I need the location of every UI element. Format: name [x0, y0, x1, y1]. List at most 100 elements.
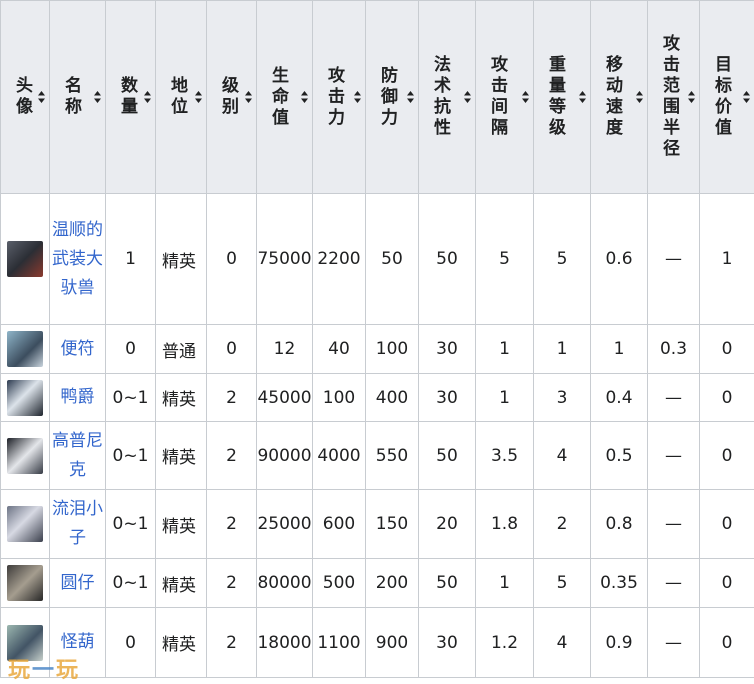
atk-cell: 100 [313, 374, 366, 422]
header-atk[interactable]: 攻击力 [313, 1, 366, 194]
header-range[interactable]: 攻击范围半径 [648, 1, 700, 194]
level-cell: 2 [207, 422, 257, 490]
range-cell: — [648, 559, 700, 608]
sort-icon[interactable] [37, 90, 46, 104]
header-label: 攻击力 [319, 66, 349, 129]
header-label: 防御力 [372, 66, 402, 129]
header-label: 头像 [7, 76, 37, 118]
weight-cell: 3 [534, 374, 591, 422]
range-cell: — [648, 194, 700, 325]
sort-icon[interactable] [521, 90, 530, 104]
header-hp[interactable]: 生命值 [257, 1, 313, 194]
rank-cell: 精英 [156, 608, 207, 678]
header-res[interactable]: 法术抗性 [419, 1, 476, 194]
header-label: 生命值 [263, 66, 293, 129]
interval-cell: 1 [476, 559, 534, 608]
enemy-portrait[interactable] [7, 625, 43, 661]
hp-cell: 25000 [257, 490, 313, 559]
header-weight[interactable]: 重量等级 [534, 1, 591, 194]
enemy-name-link[interactable]: 便符 [61, 339, 95, 359]
sort-icon[interactable] [194, 90, 203, 104]
level-cell: 2 [207, 374, 257, 422]
speed-cell: 0.5 [591, 422, 648, 490]
enemy-portrait[interactable] [7, 506, 43, 542]
res-cell: 30 [419, 608, 476, 678]
sort-icon[interactable] [635, 90, 644, 104]
res-cell: 50 [419, 422, 476, 490]
count-cell: 0 [106, 325, 156, 374]
sort-icon[interactable] [143, 90, 152, 104]
header-name[interactable]: 名称 [50, 1, 106, 194]
enemy-name-link[interactable]: 流泪小子 [52, 499, 103, 548]
atk-cell: 40 [313, 325, 366, 374]
sort-icon[interactable] [463, 90, 472, 104]
enemy-portrait[interactable] [7, 438, 43, 474]
def-cell: 150 [366, 490, 419, 559]
speed-cell: 1 [591, 325, 648, 374]
avatar-cell [1, 194, 50, 325]
enemy-portrait[interactable] [7, 331, 43, 367]
weight-cell: 4 [534, 608, 591, 678]
enemy-name-link[interactable]: 怪葫 [61, 632, 95, 652]
interval-cell: 5 [476, 194, 534, 325]
sort-icon[interactable] [578, 90, 587, 104]
atk-cell: 2200 [313, 194, 366, 325]
name-cell: 鸭爵 [50, 374, 106, 422]
header-value[interactable]: 目标价值 [700, 1, 754, 194]
interval-cell: 1.8 [476, 490, 534, 559]
header-label: 攻击间隔 [482, 55, 512, 139]
count-cell: 0 [106, 608, 156, 678]
enemy-portrait[interactable] [7, 380, 43, 416]
sort-icon[interactable] [300, 90, 309, 104]
name-cell: 便符 [50, 325, 106, 374]
level-cell: 2 [207, 608, 257, 678]
enemy-name-link[interactable]: 鸭爵 [61, 387, 95, 407]
header-avatar[interactable]: 头像 [1, 1, 50, 194]
count-cell: 1 [106, 194, 156, 325]
interval-cell: 1 [476, 325, 534, 374]
range-cell: — [648, 490, 700, 559]
header-level[interactable]: 级别 [207, 1, 257, 194]
sort-icon[interactable] [687, 90, 696, 104]
weight-cell: 5 [534, 194, 591, 325]
sort-icon[interactable] [93, 90, 102, 104]
def-cell: 200 [366, 559, 419, 608]
enemy-portrait[interactable] [7, 565, 43, 601]
enemy-name-link[interactable]: 温顺的武装大驮兽 [52, 220, 103, 298]
def-cell: 400 [366, 374, 419, 422]
header-count[interactable]: 数量 [106, 1, 156, 194]
sort-icon[interactable] [406, 90, 415, 104]
enemy-name-link[interactable]: 高普尼克 [52, 431, 103, 480]
rank-cell: 普通 [156, 325, 207, 374]
weight-cell: 2 [534, 490, 591, 559]
header-def[interactable]: 防御力 [366, 1, 419, 194]
header-interval[interactable]: 攻击间隔 [476, 1, 534, 194]
avatar-cell [1, 490, 50, 559]
level-cell: 0 [207, 194, 257, 325]
header-label: 攻击范围半径 [654, 34, 684, 160]
level-cell: 2 [207, 490, 257, 559]
sort-icon[interactable] [244, 90, 253, 104]
def-cell: 900 [366, 608, 419, 678]
header-label: 法术抗性 [425, 55, 455, 139]
enemy-name-link[interactable]: 圆仔 [61, 573, 95, 593]
count-cell: 0~1 [106, 490, 156, 559]
value-cell: 0 [700, 490, 754, 559]
sort-icon[interactable] [742, 90, 751, 104]
hp-cell: 45000 [257, 374, 313, 422]
header-rank[interactable]: 地位 [156, 1, 207, 194]
name-cell: 高普尼克 [50, 422, 106, 490]
value-cell: 0 [700, 559, 754, 608]
value-cell: 1 [700, 194, 754, 325]
table-row: 怪葫 0 精英 2 18000 1100 900 30 1.2 4 0.9 — … [1, 608, 754, 678]
count-cell: 0~1 [106, 422, 156, 490]
count-cell: 0~1 [106, 559, 156, 608]
header-label: 地位 [162, 76, 192, 118]
res-cell: 50 [419, 194, 476, 325]
enemy-portrait[interactable] [7, 241, 43, 277]
value-cell: 0 [700, 608, 754, 678]
header-speed[interactable]: 移动速度 [591, 1, 648, 194]
sort-icon[interactable] [353, 90, 362, 104]
enemy-table: 头像 名称 数量 地位 级别 生命值 攻击力 防御力 法术抗性 攻击间隔 重量等… [0, 0, 754, 678]
table-row: 便符 0 普通 0 12 40 100 30 1 1 1 0.3 0 [1, 325, 754, 374]
